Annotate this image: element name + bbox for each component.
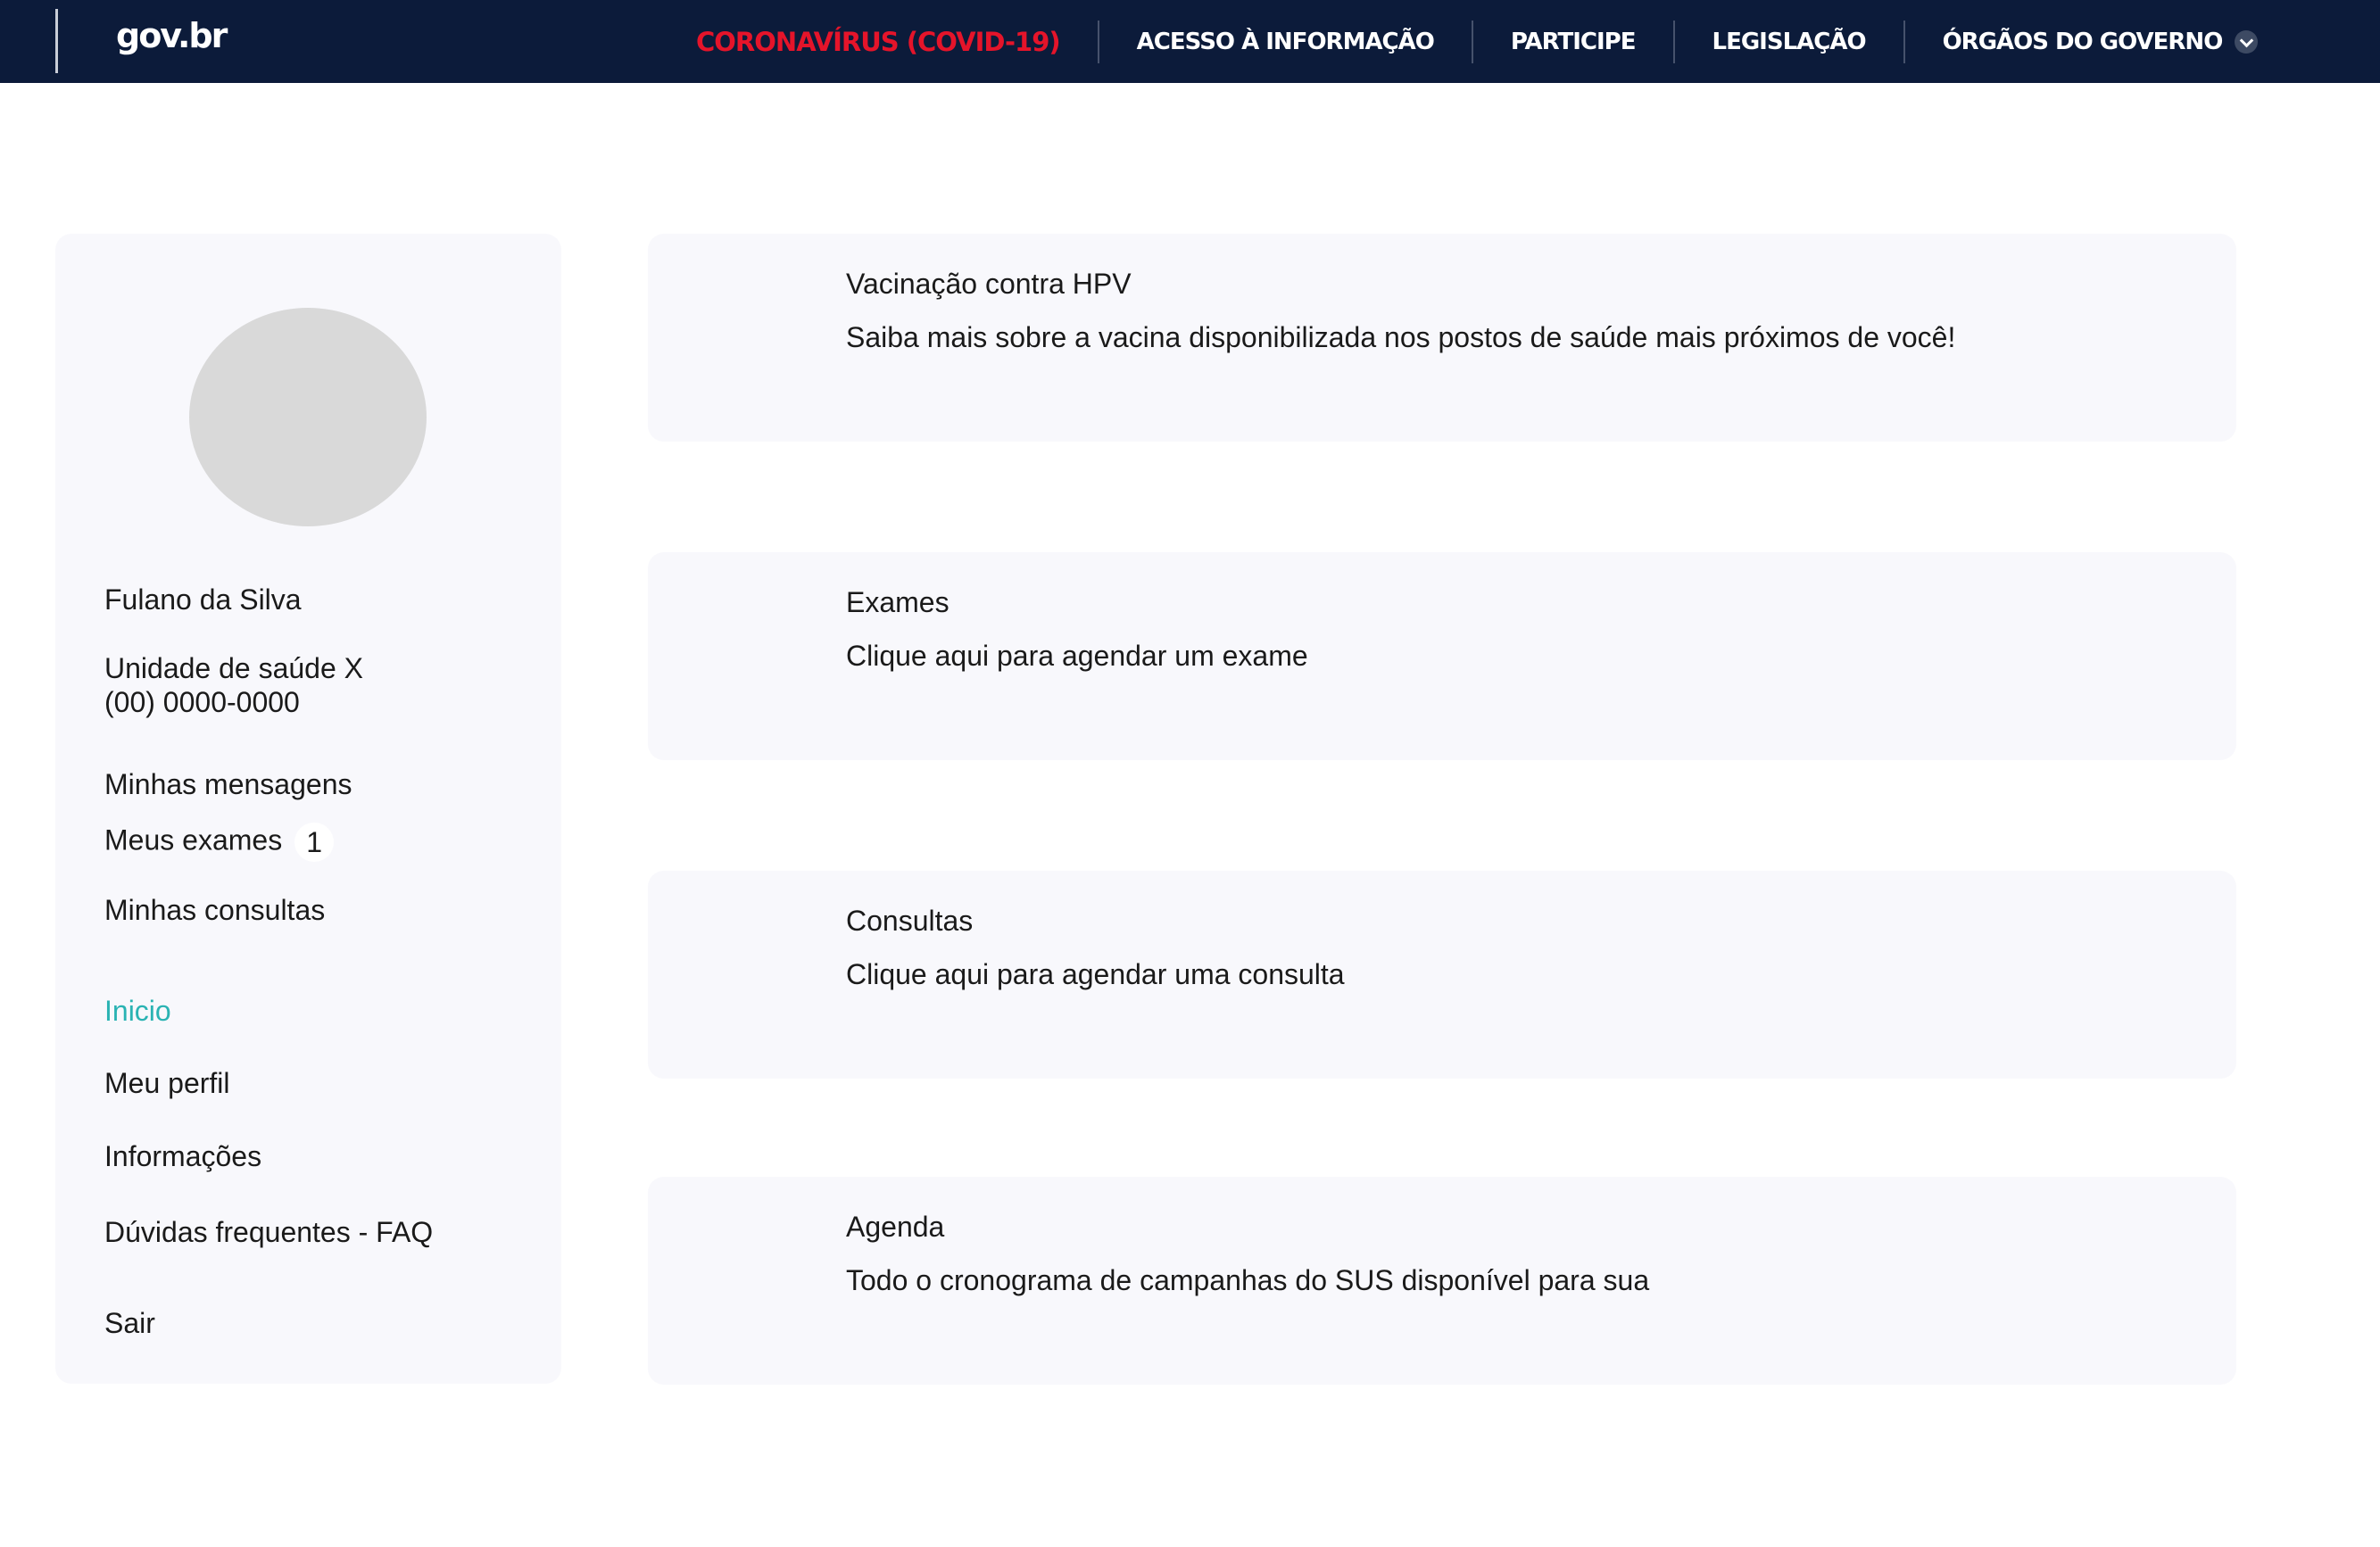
nav-item-coronavirus[interactable]: CORONAVÍRUS (COVID-19) [696,27,1061,57]
user-name: Fulano da Silva [104,583,302,616]
nav-item-government-bodies-label: ÓRGÃOS DO GOVERNO [1942,28,2224,55]
top-navigation-bar: gov.br CORONAVÍRUS (COVID-19) ACESSO À I… [0,0,2380,83]
menu-item-profile[interactable]: Meu perfil [104,1067,230,1100]
nav-separator [1097,20,1099,63]
menu-item-home[interactable]: Inicio [104,995,171,1028]
card-title: Exames [846,586,950,618]
health-unit: Unidade de saúde X [104,652,363,684]
card-description: Saiba mais sobre a vacina disponibilizad… [846,321,1956,353]
avatar[interactable] [189,308,427,526]
link-my-messages[interactable]: Minhas mensagens [104,768,352,801]
card-appointments[interactable]: Consultas Clique aqui para agendar uma c… [648,871,2236,1079]
nav-separator [1471,20,1473,63]
phone-number: (00) 0000-0000 [104,686,300,718]
nav-separator [1903,20,1905,63]
header-divider [55,9,58,73]
chevron-down-icon[interactable] [2235,29,2259,54]
card-description: Clique aqui para agendar uma consulta [846,958,1345,990]
card-title: Agenda [846,1211,945,1243]
link-my-exams-label: Meus exames [104,823,283,856]
card-description: Clique aqui para agendar um exame [846,640,1308,672]
link-my-exams[interactable]: Meus exames 1 [104,823,335,862]
nav-item-participate[interactable]: PARTICIPE [1511,29,1637,55]
profile-sidebar: Fulano da Silva Unidade de saúde X (00) … [55,234,561,1384]
card-description: Todo o cronograma de campanhas do SUS di… [846,1264,1650,1296]
govbr-logo[interactable]: gov.br [116,16,228,55]
menu-item-logout[interactable]: Sair [104,1307,155,1340]
nav-item-access-information[interactable]: ACESSO À INFORMAÇÃO [1137,29,1435,55]
menu-item-faq[interactable]: Dúvidas frequentes - FAQ [104,1216,433,1249]
menu-item-information[interactable]: Informações [104,1140,261,1173]
nav-item-legislation[interactable]: LEGISLAÇÃO [1712,29,1867,55]
exams-count-badge: 1 [294,823,335,862]
card-hpv-vaccination[interactable]: Vacinação contra HPV Saiba mais sobre a … [648,234,2236,442]
nav-item-government-bodies[interactable]: ÓRGÃOS DO GOVERNO [1943,29,2259,55]
card-exams[interactable]: Exames Clique aqui para agendar um exame [648,552,2236,760]
card-schedule[interactable]: Agenda Todo o cronograma de campanhas do… [648,1177,2236,1385]
nav-separator [1672,20,1675,63]
card-title: Vacinação contra HPV [846,268,1132,300]
card-title: Consultas [846,905,974,937]
link-my-appointments[interactable]: Minhas consultas [104,894,325,927]
main-nav: CORONAVÍRUS (COVID-19) ACESSO À INFORMAÇ… [696,0,2259,83]
